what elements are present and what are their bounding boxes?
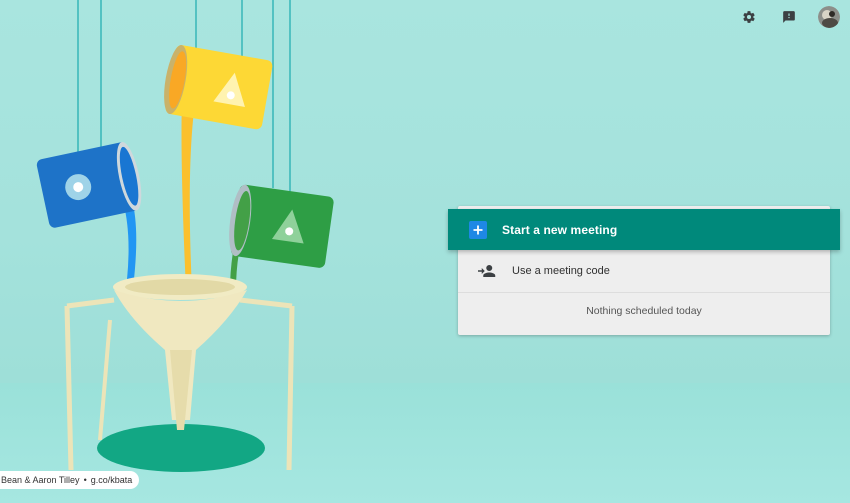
- empty-schedule-text: Nothing scheduled today: [586, 305, 702, 317]
- settings-button[interactable]: [738, 6, 760, 28]
- use-meeting-code-button[interactable]: Use a meeting code: [458, 250, 830, 293]
- gear-icon: [743, 11, 755, 23]
- start-new-meeting-button[interactable]: Start a new meeting: [448, 209, 840, 250]
- start-meeting-label: Start a new meeting: [502, 222, 618, 237]
- feedback-button[interactable]: [778, 6, 800, 28]
- avatar[interactable]: [818, 6, 840, 28]
- meeting-code-label: Use a meeting code: [512, 265, 610, 277]
- credit-artists: Bean & Aaron Tilley: [1, 475, 80, 485]
- top-toolbar: [738, 6, 840, 28]
- feedback-icon: [783, 11, 795, 23]
- credit-link[interactable]: g.co/kbata: [91, 475, 133, 485]
- image-credit[interactable]: Bean & Aaron Tilley • g.co/kbata: [0, 471, 140, 489]
- join-person-icon: [478, 262, 496, 280]
- avatar-image: [818, 6, 840, 28]
- plus-icon: [469, 220, 487, 239]
- credit-separator: •: [83, 475, 87, 485]
